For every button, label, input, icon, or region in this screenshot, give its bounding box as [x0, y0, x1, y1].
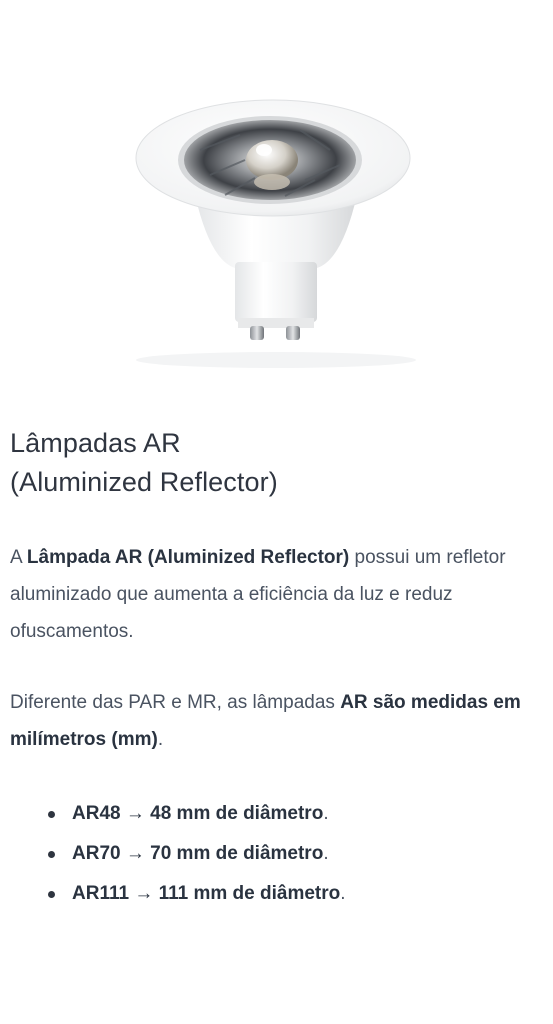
list-item-tail: . [323, 843, 329, 864]
list-item-tail: . [340, 883, 346, 904]
list-item-text: AR70 → 70 mm de diâmetro. [72, 834, 329, 874]
measure-paragraph: Diferente das PAR e MR, as lâmpadas AR s… [10, 684, 550, 758]
intro-paragraph: A Lâmpada AR (Aluminized Reflector) poss… [10, 539, 550, 650]
ar-lamp-illustration [135, 99, 416, 368]
list-item-text: AR111 → 111 mm de diâmetro. [72, 874, 346, 914]
list-item-text: AR48 → 48 mm de diâmetro. [72, 794, 329, 834]
title-line-1: Lâmpadas AR [10, 428, 181, 458]
measure-suffix: . [157, 729, 164, 750]
measure-prefix: Diferente das PAR e MR, as lâmpadas [10, 692, 341, 713]
size-list: AR48 → 48 mm de diâmetro. AR70 → 70 mm d… [0, 794, 553, 914]
list-item: AR70 → 70 mm de diâmetro. [0, 834, 553, 874]
page-title: Lâmpadas AR (Aluminized Reflector) [10, 424, 278, 502]
intro-bold: Lâmpada AR (Aluminized Reflector) [26, 547, 350, 568]
product-image [0, 0, 553, 400]
bullet-icon [48, 891, 55, 898]
list-item-bold: AR70 → 70 mm de diâmetro [72, 843, 324, 864]
list-item-tail: . [323, 803, 329, 824]
list-item-bold: AR111 → 111 mm de diâmetro [72, 883, 341, 904]
bullet-icon [48, 851, 55, 858]
list-item: AR111 → 111 mm de diâmetro. [0, 874, 553, 914]
title-line-2: (Aluminized Reflector) [10, 467, 278, 497]
bullet-icon [48, 811, 55, 818]
list-item: AR48 → 48 mm de diâmetro. [0, 794, 553, 834]
list-item-bold: AR48 → 48 mm de diâmetro [72, 803, 324, 824]
intro-prefix: A [10, 547, 27, 568]
